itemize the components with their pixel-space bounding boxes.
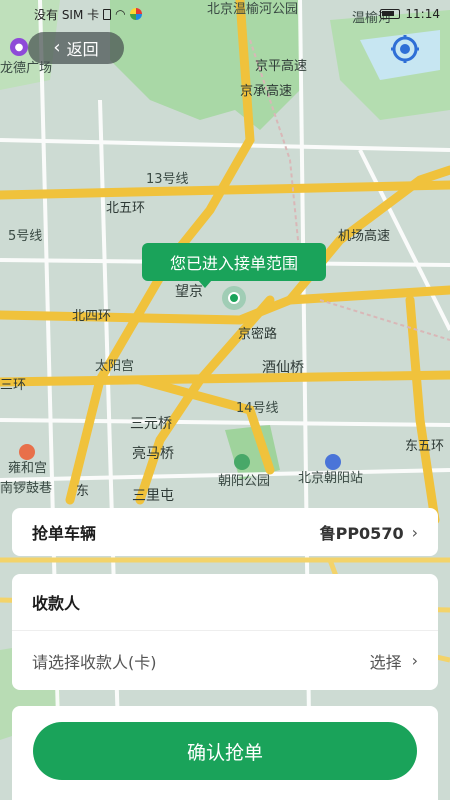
svg-text:三环: 三环 bbox=[0, 378, 26, 393]
sim-status: 没有 SIM 卡 bbox=[34, 7, 100, 22]
svg-text:北五环: 北五环 bbox=[106, 201, 145, 216]
vehicle-plate: 鲁PP0570 bbox=[319, 524, 404, 543]
vehicle-title: 抢单车辆 bbox=[32, 524, 97, 543]
sim-icon bbox=[103, 8, 112, 20]
status-right: 11:14 bbox=[380, 7, 440, 21]
svg-text:北京朝阳站: 北京朝阳站 bbox=[298, 471, 363, 486]
svg-text:东: 东 bbox=[76, 484, 89, 499]
chevron-left-icon: ‹ bbox=[53, 37, 61, 58]
payee-select-row[interactable]: 请选择收款人(卡) 选择 › bbox=[12, 630, 438, 690]
range-tooltip: 您已进入接单范围 bbox=[142, 243, 326, 288]
payee-action: 选择 › bbox=[370, 649, 418, 673]
svg-text:南锣鼓巷: 南锣鼓巷 bbox=[0, 480, 52, 496]
payee-title: 收款人 bbox=[32, 594, 81, 613]
locate-button[interactable] bbox=[388, 32, 422, 66]
battery-icon bbox=[380, 9, 401, 19]
payee-card: 收款人 请选择收款人(卡) 选择 › bbox=[12, 574, 438, 690]
chevron-right-icon: › bbox=[411, 651, 418, 670]
vehicle-row[interactable]: 抢单车辆 鲁PP0570 › bbox=[12, 508, 438, 556]
payee-placeholder: 请选择收款人(卡) bbox=[32, 652, 157, 672]
svg-text:东五环: 东五环 bbox=[405, 439, 444, 454]
svg-text:京密路: 京密路 bbox=[238, 326, 277, 342]
svg-text:三里屯: 三里屯 bbox=[132, 488, 174, 504]
svg-text:机场高速: 机场高速 bbox=[338, 228, 390, 244]
svg-text:亮马桥: 亮马桥 bbox=[132, 445, 174, 462]
chevron-right-icon: › bbox=[411, 522, 418, 542]
confirm-grab-button[interactable]: 确认抢单 bbox=[33, 722, 417, 780]
poi-icon: ● bbox=[10, 38, 28, 56]
payee-select-label: 选择 bbox=[369, 652, 402, 672]
svg-text:酒仙桥: 酒仙桥 bbox=[262, 360, 304, 376]
svg-text:北四环: 北四环 bbox=[72, 309, 111, 324]
back-button[interactable]: ‹ 返回 bbox=[28, 32, 124, 64]
app-notification-icon bbox=[129, 8, 142, 20]
svg-text:朝阳公园: 朝阳公园 bbox=[218, 474, 270, 489]
status-left: 没有 SIM 卡 ◠ bbox=[34, 6, 142, 23]
svg-text:14号线: 14号线 bbox=[236, 401, 279, 416]
svg-text:5号线: 5号线 bbox=[8, 229, 42, 244]
vehicle-value: 鲁PP0570 › bbox=[320, 520, 418, 544]
svg-text:13号线: 13号线 bbox=[146, 172, 189, 187]
back-label: 返回 bbox=[66, 40, 99, 59]
svg-text:三元桥: 三元桥 bbox=[130, 416, 172, 432]
status-bar: 没有 SIM 卡 ◠ 11:14 bbox=[0, 0, 450, 28]
clock: 11:14 bbox=[405, 7, 440, 21]
locate-icon bbox=[391, 35, 419, 63]
svg-text:雍和宫: 雍和宫 bbox=[8, 460, 47, 476]
svg-text:京承高速: 京承高速 bbox=[240, 83, 292, 99]
location-pin-dot bbox=[228, 292, 240, 304]
svg-text:太阳宫: 太阳宫 bbox=[95, 359, 134, 374]
location-pin-icon bbox=[222, 286, 246, 310]
wifi-icon: ◠ bbox=[115, 7, 126, 21]
svg-text:京平高速: 京平高速 bbox=[255, 58, 307, 74]
bottom-bar: 确认抢单 bbox=[12, 706, 438, 800]
